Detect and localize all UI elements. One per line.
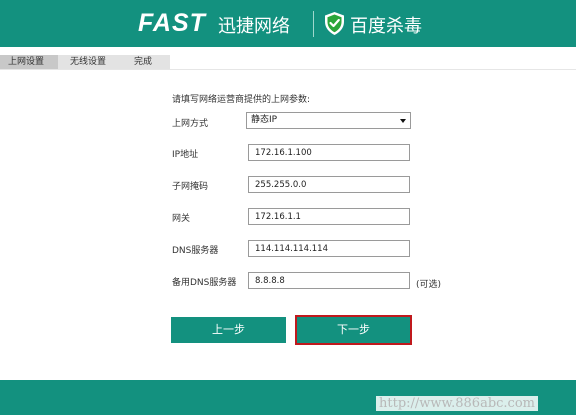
connection-type-label: 上网方式 [172,119,209,129]
step-wireless-settings: 无线设置 [58,55,129,69]
backup-dns-label: 备用DNS服务器 [172,278,237,288]
dns-server-input[interactable] [248,240,410,257]
dns-server-label: DNS服务器 [172,246,219,256]
brand-divider [313,11,314,37]
ip-address-label: IP地址 [172,150,199,160]
chevron-down-icon [400,119,406,123]
backup-dns-input[interactable] [248,272,410,289]
step-internet-settings: 上网设置 [0,55,65,69]
shield-check-icon [325,12,344,35]
form-intro: 请填写网络运营商提供的上网参数: [172,95,311,105]
brand-logo-fast: FAST [138,9,206,37]
partner-name: 百度杀毒 [350,16,422,37]
previous-step-button[interactable]: 上一步 [171,317,286,343]
watermark: http://www.886abc.com [376,396,538,411]
connection-type-select[interactable]: 静态IP [246,112,411,129]
connection-type-value: 静态IP [251,115,278,125]
subnet-mask-input[interactable] [248,176,410,193]
divider [0,69,576,70]
ip-address-input[interactable] [248,144,410,161]
optional-note: (可选) [416,280,442,290]
brand-name: 迅捷网络 [218,16,290,37]
header-bar: FAST 迅捷网络 百度杀毒 [0,0,576,47]
next-step-button[interactable]: 下一步 [295,315,412,345]
gateway-input[interactable] [248,208,410,225]
step-finish: 完成 [122,55,170,69]
gateway-label: 网关 [172,214,191,224]
subnet-mask-label: 子网掩码 [172,182,209,192]
